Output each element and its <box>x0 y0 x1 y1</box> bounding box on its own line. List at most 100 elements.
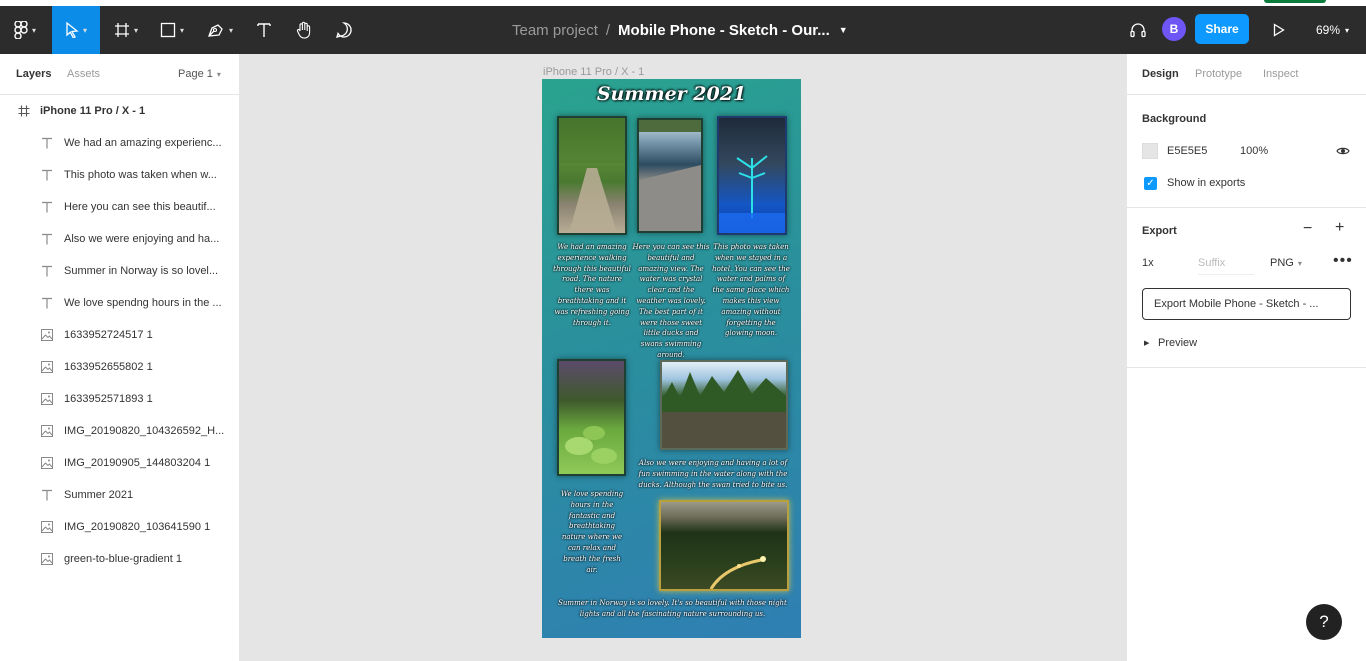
text-icon <box>257 23 271 37</box>
photo-lake-forest[interactable] <box>660 360 788 450</box>
layer-item[interactable]: Here you can see this beautif... <box>0 191 239 223</box>
show-in-exports-checkbox[interactable]: ✓ <box>1144 177 1157 190</box>
layer-item[interactable]: We had an amazing experienc... <box>0 127 239 159</box>
layer-name: We had an amazing experienc... <box>64 137 222 149</box>
phone-frame[interactable]: Summer 2021 We had an amazing experience… <box>542 79 801 638</box>
layer-name: green-to-blue-gradient 1 <box>64 553 183 565</box>
export-button[interactable]: Export Mobile Phone - Sketch - ... <box>1142 288 1351 320</box>
text-layer-icon <box>41 297 53 309</box>
page-selector[interactable]: Page 1 ▾ <box>178 68 221 80</box>
chevron-down-icon[interactable]: ▼ <box>839 25 848 35</box>
layer-item[interactable]: Summer 2021 <box>0 479 239 511</box>
comment-icon <box>336 22 352 38</box>
share-button[interactable]: Share <box>1195 14 1249 44</box>
layer-item[interactable]: IMG_20190820_104326592_H... <box>0 415 239 447</box>
canvas[interactable]: iPhone 11 Pro / X - 1 Summer 2021 We had… <box>240 54 1126 661</box>
tab-design[interactable]: Design <box>1142 68 1179 80</box>
caption-nature[interactable]: We love spending hours in the fantastic … <box>557 489 627 575</box>
move-tool[interactable]: ▾ <box>52 6 100 54</box>
right-tabs: Design Prototype Inspect <box>1127 54 1366 95</box>
layer-item[interactable]: This photo was taken when w... <box>0 159 239 191</box>
tab-inspect[interactable]: Inspect <box>1263 68 1298 80</box>
image-layer-icon <box>41 393 53 405</box>
hand-icon <box>296 21 311 39</box>
zoom-control[interactable]: 69% ▾ <box>1316 6 1349 54</box>
pen-tool[interactable]: ▾ <box>198 6 242 54</box>
chevron-down-icon: ▾ <box>216 70 221 79</box>
text-layer-icon <box>41 169 53 181</box>
file-name[interactable]: Mobile Phone - Sketch - Our... <box>618 22 830 39</box>
breadcrumb: Team project / Mobile Phone - Sketch - O… <box>512 6 848 54</box>
hotel-night-image <box>719 155 785 233</box>
shape-tool[interactable]: ▾ <box>152 6 192 54</box>
chevron-down-icon: ▾ <box>1345 25 1350 35</box>
layer-item[interactable]: IMG_20190820_103641590 1 <box>0 511 239 543</box>
image-layer-icon <box>41 425 53 437</box>
hand-tool[interactable] <box>290 6 318 54</box>
audio-button[interactable] <box>1126 6 1150 54</box>
layer-name: We love spendng hours in the ... <box>64 297 222 309</box>
image-layer-icon <box>41 553 53 565</box>
caret-right-icon[interactable]: ▶ <box>1144 339 1149 347</box>
night-lights-image <box>709 556 766 590</box>
text-tool[interactable] <box>250 6 278 54</box>
export-suffix-input[interactable]: Suffix <box>1198 257 1254 275</box>
more-options-icon[interactable]: ••• <box>1333 252 1353 270</box>
layer-item[interactable]: 1633952655802 1 <box>0 351 239 383</box>
chevron-down-icon: ▾ <box>228 25 233 35</box>
photo-forest-path[interactable] <box>557 116 627 235</box>
preview-toggle[interactable]: Preview <box>1158 337 1197 349</box>
tab-prototype[interactable]: Prototype <box>1195 68 1242 80</box>
layer-item[interactable]: We love spendng hours in the ... <box>0 287 239 319</box>
layer-item[interactable]: Also we were enjoying and ha... <box>0 223 239 255</box>
frame-tool[interactable]: ▾ <box>106 6 146 54</box>
layer-item[interactable]: green-to-blue-gradient 1 <box>0 543 239 575</box>
tab-layers[interactable]: Layers <box>16 68 51 80</box>
present-button[interactable] <box>1270 6 1288 54</box>
color-swatch[interactable] <box>1142 143 1158 159</box>
breadcrumb-separator: / <box>605 21 611 39</box>
layer-item[interactable]: IMG_20190905_144803204 1 <box>0 447 239 479</box>
caption-night[interactable]: Summer in Norway is so lovely. It's so b… <box>550 598 795 620</box>
background-opacity[interactable]: 100% <box>1240 145 1268 157</box>
design-title[interactable]: Summer 2021 <box>542 83 801 105</box>
tab-assets[interactable]: Assets <box>67 68 100 80</box>
cursor-icon <box>66 22 79 38</box>
layer-frame[interactable]: iPhone 11 Pro / X - 1 <box>0 95 239 127</box>
frame-icon <box>114 23 129 37</box>
caption-hotel[interactable]: This photo was taken when we stayed in a… <box>712 242 790 339</box>
caption-forest[interactable]: We had an amazing experience walking thr… <box>552 242 632 328</box>
rectangle-icon <box>160 22 176 38</box>
chevron-down-icon: ▾ <box>179 25 184 35</box>
layer-name: iPhone 11 Pro / X - 1 <box>40 105 146 117</box>
image-layer-icon <box>41 361 53 373</box>
layer-item[interactable]: Summer in Norway is so lovel... <box>0 255 239 287</box>
comment-tool[interactable] <box>330 6 358 54</box>
chevron-down-icon: ▾ <box>133 25 138 35</box>
left-tabs: Layers Assets Page 1 ▾ <box>0 54 239 95</box>
help-button[interactable]: ? <box>1306 604 1342 640</box>
properties-panel: Design Prototype Inspect Background E5E5… <box>1126 54 1366 661</box>
export-scale[interactable]: 1x <box>1142 257 1154 269</box>
add-export-button[interactable]: + <box>1335 220 1344 236</box>
toolbar: ▾ ▾ ▾ ▾ ▾ Team project / Mobile Phone - … <box>0 6 1366 54</box>
export-format[interactable]: PNG ▾ <box>1270 257 1302 269</box>
photo-plants[interactable] <box>557 359 626 476</box>
caption-lake[interactable]: Here you can see this beautiful and amaz… <box>632 242 710 361</box>
caption-swimming[interactable]: Also we were enjoying and having a lot o… <box>638 458 788 490</box>
photo-hotel-night[interactable] <box>717 116 787 235</box>
frame-label[interactable]: iPhone 11 Pro / X - 1 <box>543 66 644 78</box>
layer-item[interactable]: 1633952724517 1 <box>0 319 239 351</box>
layer-name: 1633952655802 1 <box>64 361 153 373</box>
photo-night-lights[interactable] <box>659 500 789 591</box>
background-hex[interactable]: E5E5E5 <box>1167 145 1207 157</box>
layer-item[interactable]: 1633952571893 1 <box>0 383 239 415</box>
team-name[interactable]: Team project <box>512 22 598 39</box>
photo-lake-rock[interactable] <box>637 118 703 233</box>
layer-name: IMG_20190820_103641590 1 <box>64 521 211 533</box>
eye-icon[interactable] <box>1336 145 1350 159</box>
layer-name: Here you can see this beautif... <box>64 201 216 213</box>
main-menu-button[interactable]: ▾ <box>0 6 50 54</box>
avatar[interactable]: B <box>1162 17 1186 41</box>
remove-export-button[interactable]: − <box>1303 221 1312 237</box>
